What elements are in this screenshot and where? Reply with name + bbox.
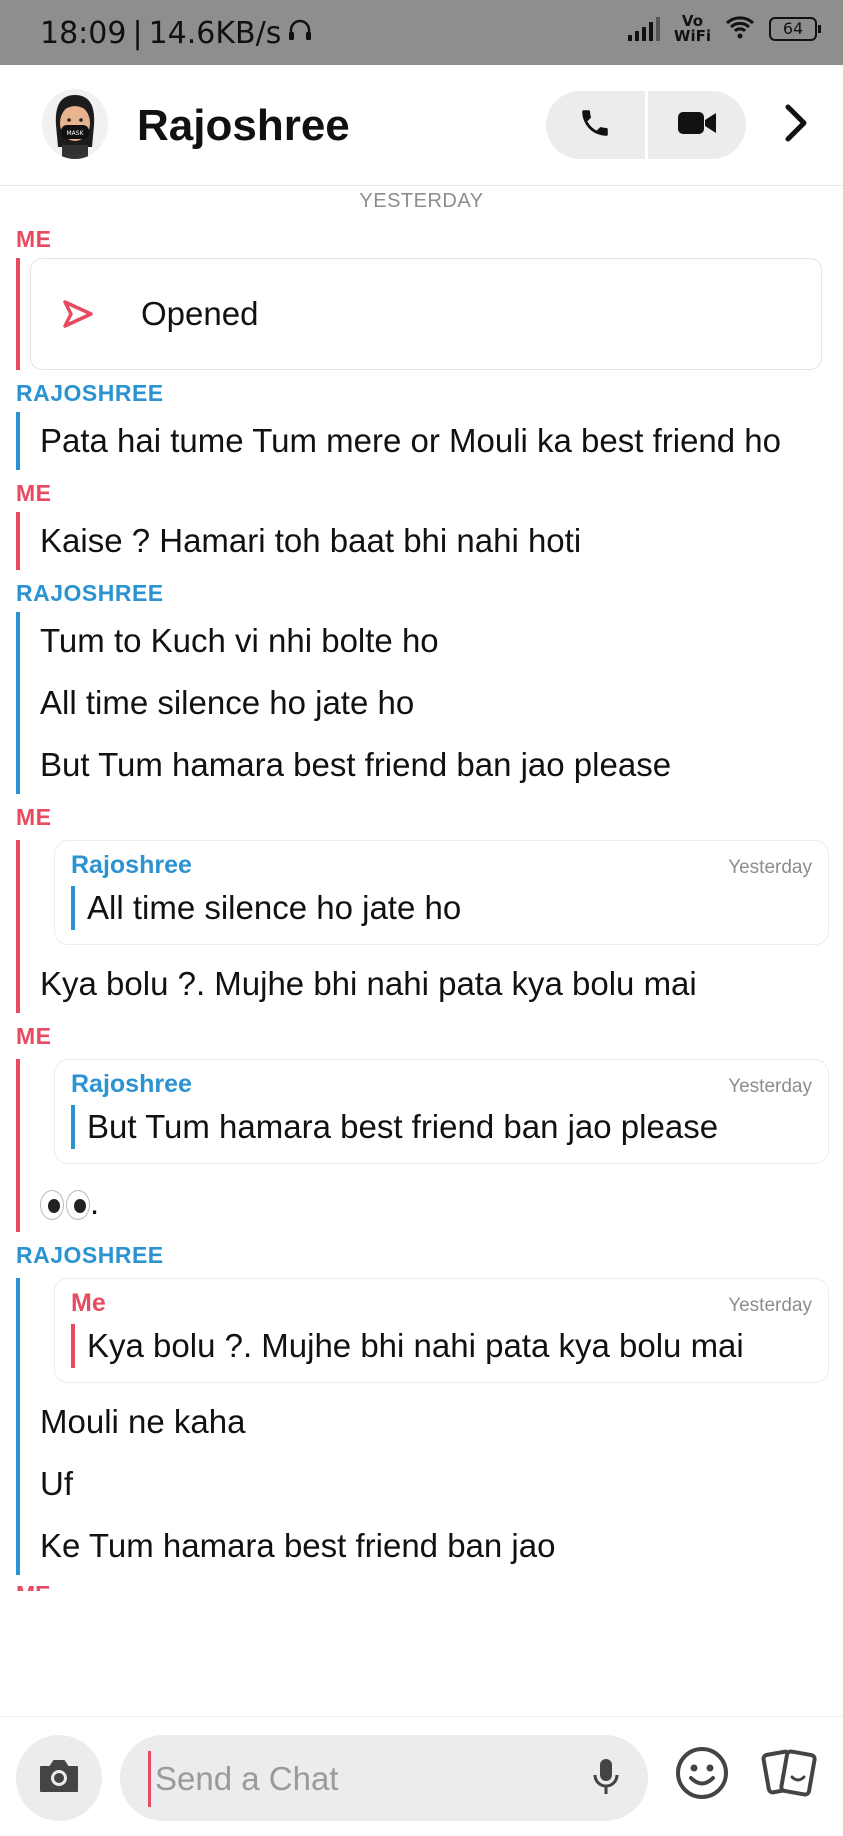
day-separator: YESTERDAY [359,190,484,212]
quote-text: Kya bolu ?. Mujhe bhi nahi pata kya bolu… [71,1324,812,1368]
signal-icon [627,17,660,41]
message-group-me: Rajoshree Yesterday But Tum hamara best … [16,1059,843,1232]
quote-time: Yesterday [728,857,812,878]
quote-time: Yesterday [728,1076,812,1097]
sender-label: ME [16,480,52,506]
message-group-them: Tum to Kuch vi nhi bolte ho All time sil… [16,612,843,794]
chat-message[interactable]: But Tum hamara best friend ban jao pleas… [20,736,843,794]
quote-time: Yesterday [728,1295,812,1316]
message-group-them: Pata hai tume Tum mere or Mouli ka best … [16,412,843,470]
chat-message[interactable]: . [20,1174,843,1232]
chat-message[interactable]: Tum to Kuch vi nhi bolte ho [20,612,843,670]
chat-message[interactable]: Mouli ne kaha [20,1393,843,1451]
cards-icon[interactable] [760,1743,820,1803]
quote-text: But Tum hamara best friend ban jao pleas… [71,1105,812,1149]
composer-bar [0,1716,843,1836]
smiley-icon[interactable] [674,1745,730,1801]
status-bar: 18:09 | 14.6KB/s Vo WiFi 64 [0,0,843,65]
svg-text:MASK: MASK [66,130,84,137]
sender-label: RAJOSHREE [16,580,164,606]
chat-message[interactable]: Kaise ? Hamari toh baat bhi nahi hoti [20,512,843,570]
sender-label: ME [16,1023,52,1049]
wifi-icon [725,15,755,43]
quote-text: All time silence ho jate ho [71,886,812,930]
quote-author: Rajoshree [71,1070,192,1098]
vowifi-label: Vo WiFi [673,12,711,45]
battery-indicator: 64 [769,17,821,41]
quote-author: Rajoshree [71,851,192,879]
contact-name[interactable]: Rajoshree [137,101,350,151]
clock: 18:09 [40,16,127,51]
bitmoji-avatar-icon[interactable]: MASK [42,89,108,159]
message-group-them: Me Yesterday Kya bolu ?. Mujhe bhi nahi … [16,1278,843,1575]
chat-header: MASK Rajoshree [0,65,843,186]
message-group-me: Rajoshree Yesterday All time silence ho … [16,840,843,1013]
chat-message[interactable]: Uf [20,1455,843,1513]
sender-label: RAJOSHREE [16,1242,164,1268]
eyes-emoji-icon [40,1190,90,1221]
chevron-right-icon [782,103,810,148]
opened-label: Opened [141,295,259,332]
quote-author: Me [71,1289,106,1317]
sender-label: ME [16,1581,843,1591]
camera-button[interactable] [16,1735,102,1821]
chat-feed[interactable]: YESTERDAY ME Opened RAJOSHREE Pata hai t… [0,186,843,1716]
video-call-button[interactable] [648,91,747,159]
call-button-group [546,91,746,159]
network-speed: 14.6KB/s [148,16,282,51]
opened-snap-status[interactable]: Opened [30,258,822,370]
headset-icon [287,16,313,51]
voice-call-button[interactable] [546,91,645,159]
send-chat-input[interactable] [148,1751,557,1807]
chat-message[interactable]: Ke Tum hamara best friend ban jao [20,1517,843,1575]
quoted-reply[interactable]: Rajoshree Yesterday All time silence ho … [54,840,829,945]
status-left: 18:09 | 14.6KB/s [40,16,313,51]
chat-message[interactable]: Kya bolu ?. Mujhe bhi nahi pata kya bolu… [20,955,843,1013]
message-group-me: Kaise ? Hamari toh baat bhi nahi hoti [16,512,843,570]
chat-message[interactable]: All time silence ho jate ho [20,674,843,732]
sent-arrow-icon [61,294,101,334]
more-button[interactable] [776,101,816,149]
chat-input-container [120,1735,648,1821]
sender-label: ME [16,226,52,252]
voice-note-button[interactable] [586,1757,626,1801]
camera-icon [37,1757,81,1800]
chat-message[interactable]: Pata hai tume Tum mere or Mouli ka best … [20,412,843,470]
phone-icon [578,106,612,145]
status-right: Vo WiFi 64 [627,12,821,45]
sender-label: ME [16,804,52,830]
microphone-icon [592,1757,620,1802]
quoted-reply[interactable]: Rajoshree Yesterday But Tum hamara best … [54,1059,829,1164]
message-group-me: Opened [16,258,843,370]
sender-label: RAJOSHREE [16,380,164,406]
video-camera-icon [676,108,718,143]
quoted-reply[interactable]: Me Yesterday Kya bolu ?. Mujhe bhi nahi … [54,1278,829,1383]
